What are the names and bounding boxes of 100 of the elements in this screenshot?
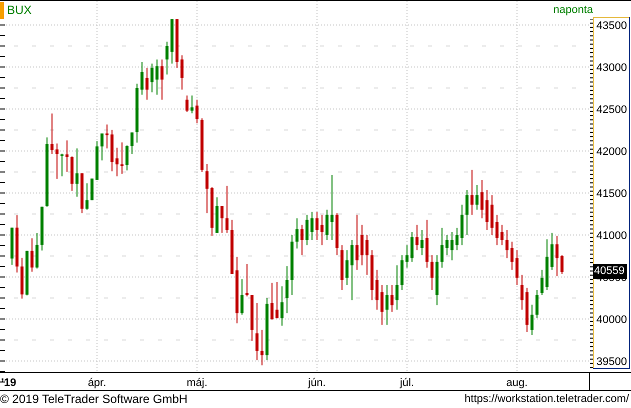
axis-label: 43500 <box>596 20 627 32</box>
candlestick <box>430 254 434 291</box>
candlestick <box>426 219 428 268</box>
candlestick <box>550 232 554 270</box>
candlestick <box>356 214 358 270</box>
candlestick <box>510 241 514 270</box>
candlestick <box>150 63 154 93</box>
candlestick <box>306 214 308 246</box>
axis-label: 41500 <box>596 188 627 200</box>
candlestick <box>76 148 78 198</box>
candlestick <box>170 18 174 64</box>
candlestick <box>130 132 134 155</box>
candlestick <box>230 219 234 275</box>
candlestick <box>86 182 88 210</box>
candlestick <box>30 238 34 272</box>
candlestick <box>390 284 394 312</box>
candlestick <box>276 282 278 319</box>
axis-label: jún. <box>308 377 326 389</box>
year-label: ’19 <box>1 377 16 389</box>
candlestick <box>490 194 494 236</box>
candlestick <box>266 298 268 361</box>
candlestick <box>26 250 28 296</box>
candlestick <box>400 254 404 291</box>
candlestick <box>340 244 344 291</box>
candlestick <box>326 209 328 241</box>
candlestick <box>136 83 138 144</box>
candlestick <box>450 232 454 261</box>
axis-label: máj. <box>186 377 208 389</box>
candlestick <box>386 284 388 326</box>
candlestick <box>456 227 458 251</box>
candlestick <box>460 204 464 246</box>
candlestick <box>226 185 228 234</box>
candlestick <box>416 224 418 251</box>
candlestick <box>120 142 124 174</box>
candlestick <box>156 58 158 96</box>
candlestick <box>520 274 524 310</box>
candlestick <box>436 254 438 306</box>
candlestick <box>476 184 478 210</box>
candlestick <box>250 294 254 342</box>
candlestick <box>56 142 58 180</box>
axis-label: ápr. <box>88 377 106 389</box>
candlestick <box>446 234 448 256</box>
candlestick <box>406 244 408 268</box>
axis-label: 42500 <box>596 104 627 116</box>
candlestick <box>370 250 374 301</box>
candlestick <box>46 136 48 208</box>
candlestick <box>466 190 468 236</box>
candlestick <box>290 234 294 296</box>
candlestick <box>246 263 248 297</box>
candlestick <box>560 254 564 275</box>
axis-label: 39500 <box>596 356 627 368</box>
candlestick <box>320 214 324 246</box>
candlestick <box>280 286 284 326</box>
candlestick <box>200 118 204 172</box>
candlestick <box>190 95 194 114</box>
candlestick <box>126 144 128 171</box>
candlestick <box>366 234 368 276</box>
candlestick <box>40 206 44 252</box>
candlestick <box>516 250 518 286</box>
candlestick <box>556 235 558 277</box>
axis-label: 40000 <box>596 314 627 326</box>
candlestick <box>480 179 484 219</box>
candlestick <box>140 61 144 96</box>
candlestick <box>10 227 14 266</box>
candlestick <box>210 186 214 236</box>
candlestick <box>486 190 488 230</box>
candlestick <box>540 269 544 296</box>
candlestick <box>506 229 508 259</box>
candlestick <box>240 278 244 316</box>
candlestick <box>216 196 218 234</box>
series-marker <box>0 2 4 19</box>
candlestick <box>296 218 298 249</box>
candlestick <box>336 212 338 256</box>
website-link[interactable]: https://workstation.teletrader.com/ <box>464 391 631 408</box>
candlestick <box>50 113 54 155</box>
candlestick <box>530 304 534 336</box>
candlestick <box>270 282 274 320</box>
candlestick <box>106 124 108 149</box>
axis-label: 42000 <box>596 146 627 158</box>
candlestick <box>286 266 288 314</box>
candlestick <box>70 156 74 192</box>
candlestick <box>420 229 424 256</box>
candlestick <box>110 129 114 172</box>
candlestick <box>16 214 18 273</box>
candlestick <box>310 211 314 241</box>
candlestick <box>220 206 224 234</box>
candlestick <box>236 256 238 324</box>
candlestick <box>526 287 528 333</box>
candlestick <box>330 174 334 241</box>
candlestick <box>166 41 168 76</box>
candlestick <box>440 227 444 268</box>
candlestick <box>180 54 184 90</box>
candlestick <box>470 169 474 216</box>
candlestick <box>116 147 118 177</box>
candlestick <box>206 164 208 214</box>
candlestick <box>256 302 258 361</box>
candlestick <box>100 132 104 161</box>
candlestick <box>546 238 548 291</box>
candlestick <box>410 232 414 262</box>
candlestick <box>300 224 304 256</box>
